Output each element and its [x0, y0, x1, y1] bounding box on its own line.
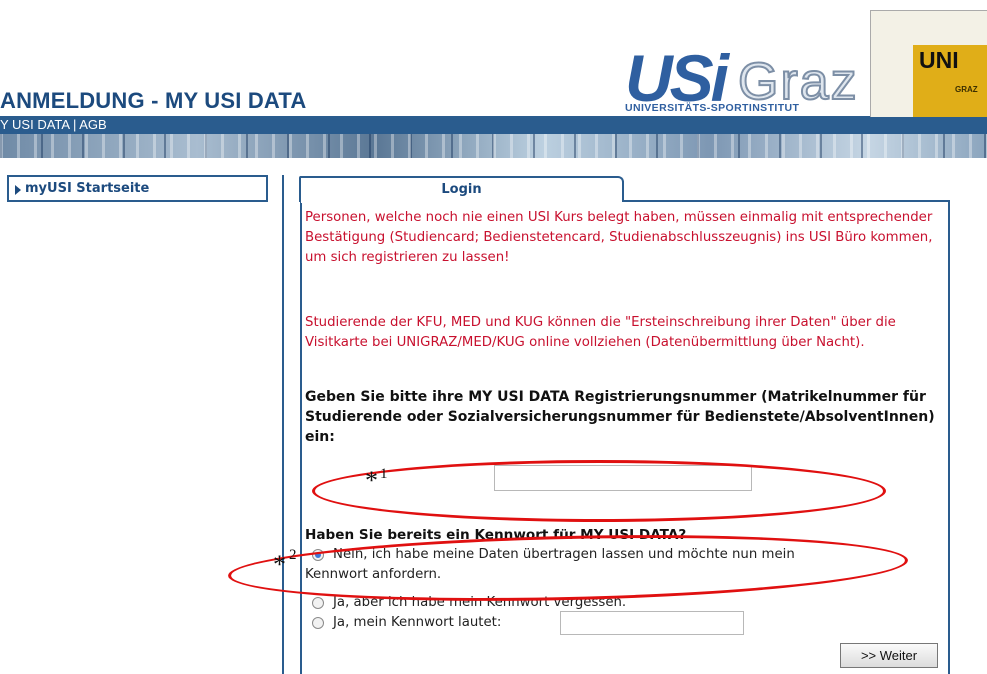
option-enter-password-label: Ja, mein Kennwort lautet: — [333, 615, 502, 630]
sidebar-divider — [282, 175, 284, 674]
usi-graz-logo: USi Graz UNIVERSITÄTS-SPORTINSTITUT — [625, 41, 870, 115]
info-text-students: Studierende der KFU, MED und KUG können … — [305, 315, 896, 350]
nav-links[interactable]: Y USI DATA | AGB — [0, 117, 107, 132]
tab-joint — [301, 199, 622, 203]
annotation-number-2: 2 — [289, 547, 297, 563]
info-text-registration: Personen, welche noch nie einen USI Kurs… — [305, 210, 933, 265]
uni-logo-text: UNI — [919, 47, 959, 73]
usi-logo-subtitle: UNIVERSITÄTS-SPORTINSTITUT — [625, 102, 800, 114]
radio-enter-password[interactable] — [312, 617, 324, 629]
sidebar-item-startseite[interactable]: myUSI Startseite — [7, 175, 268, 202]
usi-logo-text: USi — [625, 41, 729, 115]
radio-forgot-password[interactable] — [312, 597, 324, 609]
annotation-asterisk-2: * — [273, 550, 286, 579]
annotation-ellipse-1 — [312, 460, 886, 522]
uni-graz-logo: UNI GRAZ — [870, 10, 987, 117]
annotation-asterisk-1: * — [365, 466, 378, 495]
next-button[interactable]: >> Weiter — [840, 643, 938, 668]
graz-logo-text: Graz — [737, 53, 859, 111]
annotation-number-1: 1 — [380, 466, 388, 482]
top-nav-bar — [0, 116, 987, 134]
registration-number-prompt: Geben Sie bitte ihre MY USI DATA Registr… — [305, 389, 935, 445]
sidebar-item-label: myUSI Startseite — [25, 181, 150, 196]
uni-logo-subtext: GRAZ — [955, 85, 978, 94]
arrow-right-icon — [15, 185, 21, 195]
tab-login-label: Login — [441, 182, 482, 197]
password-input[interactable] — [560, 611, 744, 635]
header-photo-banner — [0, 134, 987, 158]
page-title: ANMELDUNG - MY USI DATA — [0, 88, 307, 113]
